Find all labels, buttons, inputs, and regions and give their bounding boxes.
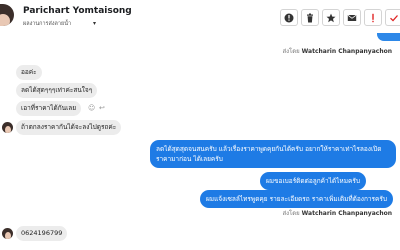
contact-avatar[interactable] bbox=[0, 4, 14, 26]
contact-name[interactable]: Parichart Yomtaisong bbox=[23, 6, 132, 16]
conversation-header: Parichart Yomtaisong ผลงานการส่งลายน้ำ ▾ bbox=[0, 0, 400, 38]
sender-name[interactable]: Watcharin Chanpanyachon bbox=[302, 48, 392, 55]
contact-avatar-small[interactable] bbox=[2, 122, 13, 133]
chevron-down-icon[interactable]: ▾ bbox=[93, 20, 96, 27]
reply-icon[interactable]: ↩ bbox=[99, 104, 105, 112]
exclamation-icon bbox=[372, 13, 374, 22]
incoming-message: ถ้าตกลงราคากันได้จะลงไปดูรถค่ะ bbox=[16, 120, 122, 135]
incoming-message: 0624196799 bbox=[16, 226, 68, 241]
incoming-message: ออค่ะ bbox=[16, 65, 42, 80]
info-icon bbox=[284, 13, 294, 22]
delete-button[interactable] bbox=[301, 9, 319, 26]
outgoing-message: ลดได้สุดสุดจนสนครับ แล้วเรื่องราคาพูดคุย… bbox=[150, 140, 396, 168]
sender-name[interactable]: Watcharin Chanpanyachon bbox=[302, 210, 392, 217]
sent-by-prefix: ส่งโดย bbox=[282, 210, 300, 217]
spam-button[interactable] bbox=[364, 9, 382, 26]
incoming-message: เอาที่ราคาได้กันเลย bbox=[16, 101, 82, 116]
envelope-icon bbox=[347, 14, 357, 21]
contact-subtitle: ผลงานการส่งลายน้ำ bbox=[23, 21, 72, 27]
star-button[interactable] bbox=[322, 9, 340, 26]
sent-by-prefix: ส่งโดย bbox=[282, 48, 300, 55]
check-icon bbox=[390, 14, 398, 22]
contact-avatar-small[interactable] bbox=[2, 228, 13, 239]
done-button[interactable] bbox=[385, 9, 400, 26]
trash-icon bbox=[307, 13, 313, 22]
outgoing-message: ผมขอเบอร์ติดต่อลูกค้าได้ไหมครับ bbox=[260, 172, 366, 190]
outgoing-message: ผมแจ้งเซลล์ไทรพูดคุย รายละเอียดรถ ราคาเพ… bbox=[200, 190, 393, 208]
incoming-message: ลดได้สุดๆๆๆเท่าค่ะสนใจๆ bbox=[16, 83, 98, 98]
star-icon bbox=[326, 13, 336, 22]
sent-by-label: ส่งโดย Watcharin Chanpanyachon bbox=[282, 46, 392, 56]
mail-button[interactable] bbox=[343, 9, 361, 26]
outgoing-message-partial bbox=[377, 33, 400, 41]
sent-by-label: ส่งโดย Watcharin Chanpanyachon bbox=[282, 208, 392, 218]
react-icon[interactable]: ☺ bbox=[88, 104, 95, 112]
info-button[interactable] bbox=[280, 9, 298, 26]
